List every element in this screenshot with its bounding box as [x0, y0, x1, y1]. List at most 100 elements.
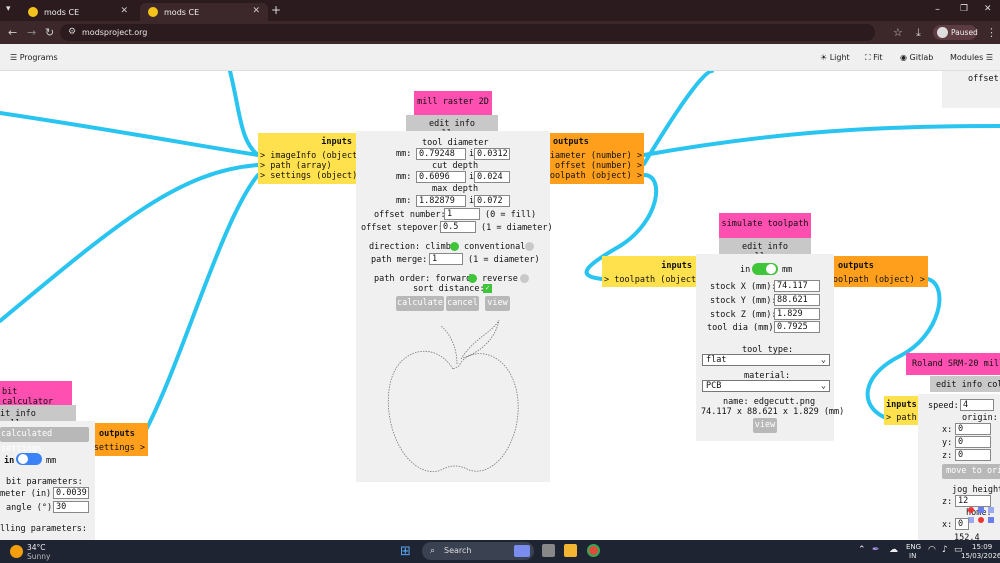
output-port-diameter[interactable]: diameter (number) >: [545, 151, 642, 161]
speed-input[interactable]: 4: [960, 399, 994, 411]
address-bar[interactable]: ⚙ modsproject.org: [60, 24, 875, 41]
mods-favicon-icon: [148, 7, 158, 17]
minimize-button[interactable]: –: [935, 4, 940, 15]
language-indicator[interactable]: ENG: [906, 543, 921, 551]
site-info-icon[interactable]: ⚙: [68, 24, 76, 41]
sort-distance-checkbox[interactable]: ✓: [483, 284, 492, 293]
taskbar-search[interactable]: ⌕ Search: [422, 542, 534, 560]
chrome-icon[interactable]: [587, 544, 600, 557]
offset-number-input[interactable]: 1: [444, 208, 480, 220]
browser-menu-icon[interactable]: ⋮: [986, 26, 997, 39]
browser-tab[interactable]: mods CE ✕: [20, 3, 136, 21]
simulate-menu[interactable]: edit info collapse: [719, 238, 811, 262]
search-icon: ⌕: [430, 546, 436, 556]
tool-type-select[interactable]: flat ⌄: [702, 354, 830, 366]
units-toggle[interactable]: [752, 263, 778, 275]
close-window-button[interactable]: ✕: [984, 4, 992, 14]
reload-icon[interactable]: ↻: [45, 26, 54, 39]
origin-y-input[interactable]: 0: [955, 436, 991, 448]
programs-menu[interactable]: ☰ Programs: [10, 53, 58, 62]
onedrive-icon[interactable]: ☁: [889, 545, 898, 555]
forward-radio[interactable]: [468, 274, 477, 283]
bit-angle-input[interactable]: 30: [53, 501, 89, 513]
close-tab-icon[interactable]: ✕: [120, 6, 128, 16]
fit-button[interactable]: ⛶ Fit: [865, 53, 883, 63]
output-port-settings[interactable]: settings >: [94, 443, 145, 453]
view-button[interactable]: view: [753, 418, 777, 433]
wifi-icon[interactable]: ◠: [928, 545, 936, 555]
units-toggle[interactable]: [16, 453, 42, 465]
windows-start-icon[interactable]: ⊞: [400, 544, 411, 559]
roland-title[interactable]: Roland SRM-20 milli: [906, 353, 1000, 375]
cut-depth-mm-input[interactable]: 0.6096: [416, 171, 466, 183]
offset-stepover-input[interactable]: 0.5: [440, 221, 476, 233]
search-highlight-icon: [514, 545, 530, 557]
close-tab-icon[interactable]: ✕: [252, 6, 260, 16]
view-button[interactable]: view: [485, 296, 510, 311]
input-port-settings[interactable]: > settings (object): [260, 171, 357, 181]
max-depth-mm-input[interactable]: 1.82879: [416, 195, 466, 207]
weather-temp[interactable]: 34°C: [27, 543, 46, 552]
stock-x-input[interactable]: 74.117: [774, 280, 820, 292]
bit-calculator-menu[interactable]: it info collapse: [0, 405, 76, 429]
volume-icon[interactable]: ♪: [942, 545, 948, 555]
home-x-input[interactable]: 0: [955, 518, 969, 530]
tool-dia-input[interactable]: 0.7925: [774, 321, 820, 333]
mods-favicon-icon: [28, 7, 38, 17]
stock-y-input[interactable]: 88.621: [774, 294, 820, 306]
light-theme-button[interactable]: ☀ Light: [820, 53, 850, 62]
path-merge-input[interactable]: 1: [429, 253, 463, 265]
file-explorer-icon[interactable]: [564, 544, 577, 557]
tool-diameter-in-input[interactable]: 0.0312: [474, 148, 510, 160]
calculated-settings-button[interactable]: calculated settings: [0, 427, 89, 454]
download-icon[interactable]: ⤓: [916, 26, 921, 40]
toolpath-preview: [387, 319, 519, 473]
restore-button[interactable]: ❐: [960, 4, 968, 14]
browser-tab-active[interactable]: mods CE ✕: [140, 3, 268, 21]
simulate-inputs: inputs > toolpath (object): [602, 256, 701, 287]
simulate-title[interactable]: simulate toolpath: [719, 213, 811, 238]
modules-menu[interactable]: Modules ☰: [950, 53, 993, 62]
forward-arrow-icon[interactable]: →: [27, 26, 36, 39]
conventional-radio[interactable]: [525, 242, 534, 251]
stock-z-input[interactable]: 1.829: [774, 308, 820, 320]
gitlab-link[interactable]: ◉ Gitlab: [900, 53, 933, 62]
clock-time[interactable]: 15:09: [972, 543, 992, 551]
cancel-button[interactable]: cancel: [446, 296, 479, 311]
jog-height-input[interactable]: 12: [955, 495, 991, 507]
cut-depth-in-input[interactable]: 0.024: [474, 171, 510, 183]
output-port-offset[interactable]: offset (number) >: [555, 161, 642, 171]
material-select[interactable]: PCB ⌄: [702, 380, 830, 392]
output-port-toolpath[interactable]: toolpath (object) >: [828, 275, 925, 285]
back-arrow-icon[interactable]: ←: [8, 26, 17, 39]
tab-search-icon[interactable]: ▾: [6, 4, 11, 14]
reverse-radio[interactable]: [520, 274, 529, 283]
max-depth-in-input[interactable]: 0.072: [474, 195, 510, 207]
calculate-button[interactable]: calculate: [396, 296, 444, 311]
climb-radio[interactable]: [450, 242, 459, 251]
bit-diameter-input[interactable]: 0.0039: [53, 487, 89, 499]
task-view-icon[interactable]: [542, 544, 555, 557]
tray-chevron-up-icon[interactable]: ⌃: [858, 545, 866, 555]
input-port-path[interactable]: > path: [886, 413, 917, 423]
output-port-toolpath[interactable]: toolpath (object) >: [545, 171, 642, 181]
mill-raster-menu[interactable]: edit info collapse: [406, 115, 498, 139]
roland-menu[interactable]: edit info coll: [930, 376, 1000, 392]
input-port-path[interactable]: > path (array): [260, 161, 332, 171]
new-tab-button[interactable]: +: [271, 3, 281, 17]
profile-button[interactable]: Paused: [933, 25, 978, 40]
chevron-down-icon: ⌄: [820, 381, 826, 391]
tool-diameter-mm-input[interactable]: 0.79248: [416, 148, 466, 160]
origin-z-input[interactable]: 0: [955, 449, 991, 461]
mill-raster-panel: tool diameter mm: 0.79248 in: 0.0312 cut…: [356, 131, 553, 482]
bookmark-star-icon[interactable]: ☆: [893, 26, 903, 39]
move-to-origin-button[interactable]: move to orig: [942, 464, 1000, 479]
wire: [0, 163, 260, 323]
origin-x-input[interactable]: 0: [955, 423, 991, 435]
pen-icon[interactable]: ✒: [872, 545, 880, 555]
input-port-imageinfo[interactable]: > imageInfo (object): [260, 151, 362, 161]
input-port-toolpath[interactable]: > toolpath (object): [604, 275, 701, 285]
clock-date: 15/03/2026: [961, 552, 1000, 560]
bit-calculator-title[interactable]: bit calculator: [0, 381, 72, 407]
mill-raster-title[interactable]: mill raster 2D: [414, 91, 492, 115]
